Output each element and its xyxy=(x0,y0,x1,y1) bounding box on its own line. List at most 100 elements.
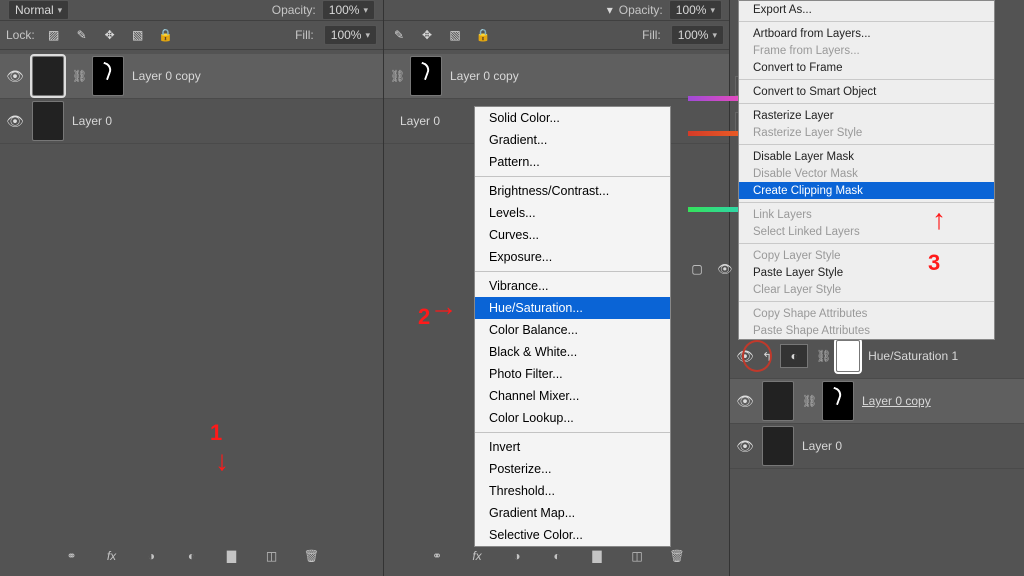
fill-value[interactable]: 100%▾ xyxy=(324,25,377,45)
adjustment-menu-item[interactable]: Color Lookup... xyxy=(475,407,670,429)
new-group-icon[interactable]: ▇ xyxy=(223,547,241,565)
opacity-value[interactable]: 100%▾ xyxy=(322,0,375,20)
lock-row: ✎ ✥ ▧ 🔒 Fill: 100%▾ xyxy=(384,21,730,50)
layer-row[interactable]: 👁 Layer 0 xyxy=(730,424,1024,469)
layer-name[interactable]: Layer 0 xyxy=(72,114,377,128)
fx-icon[interactable]: fx xyxy=(103,547,121,565)
layer-mask-thumbnail[interactable] xyxy=(410,56,442,96)
delete-layer-icon[interactable]: 🗑 xyxy=(668,547,686,565)
context-menu-item[interactable]: Artboard from Layers... xyxy=(739,25,994,42)
fill-value[interactable]: 100%▾ xyxy=(671,25,724,45)
lock-artboard-icon[interactable]: ▧ xyxy=(129,26,147,44)
adjustment-menu-item[interactable]: Levels... xyxy=(475,202,670,224)
layer-mask-thumbnail[interactable] xyxy=(836,340,860,372)
context-menu-item[interactable]: Disable Layer Mask xyxy=(739,148,994,165)
adjustment-menu-item[interactable]: Invert xyxy=(475,436,670,458)
context-menu-item[interactable]: Convert to Frame xyxy=(739,59,994,76)
layer-mask-thumbnail[interactable] xyxy=(822,381,854,421)
adjustment-menu-item[interactable]: Color Balance... xyxy=(475,319,670,341)
layer-name[interactable]: Layer 0 copy xyxy=(862,394,1019,408)
context-menu-item[interactable]: Export As... xyxy=(739,1,994,18)
visibility-toggle[interactable]: 👁 xyxy=(6,68,24,85)
layer-mask-thumbnail[interactable] xyxy=(92,56,124,96)
context-menu-item[interactable]: Paste Layer Style xyxy=(739,264,994,281)
layer-name[interactable]: Layer 0 copy xyxy=(450,69,724,83)
visibility-toggle[interactable]: 👁 xyxy=(736,438,754,455)
fx-icon[interactable]: fx xyxy=(468,547,486,565)
opacity-value[interactable]: 100%▾ xyxy=(669,0,722,20)
adjustment-menu-item[interactable]: Photo Filter... xyxy=(475,363,670,385)
link-layers-icon[interactable]: ⚭ xyxy=(428,547,446,565)
mask-link-icon[interactable]: ⛓ xyxy=(390,69,402,83)
layer-thumbnail[interactable] xyxy=(762,426,794,466)
adjustment-menu-item[interactable]: Pattern... xyxy=(475,151,670,173)
context-menu-item[interactable]: Create Clipping Mask xyxy=(739,182,994,199)
adjustment-menu-item[interactable]: Black & White... xyxy=(475,341,670,363)
lock-all-icon[interactable]: 🔒 xyxy=(157,26,175,44)
layer-row[interactable]: 👁 Layer 0 xyxy=(0,99,383,144)
lock-pixels-icon[interactable]: ✎ xyxy=(73,26,91,44)
mask-link-icon[interactable]: ⛓ xyxy=(816,349,828,363)
add-mask-icon[interactable]: ◑ xyxy=(508,547,526,565)
lock-transparency-icon[interactable]: ▨ xyxy=(45,26,63,44)
adjustment-menu-item[interactable]: Gradient Map... xyxy=(475,502,670,524)
layers-list: 👁 ⛓ Layer 0 copy 👁 Layer 0 xyxy=(0,50,383,148)
adjustment-menu-item[interactable]: Brightness/Contrast... xyxy=(475,180,670,202)
context-menu-item: Clear Layer Style xyxy=(739,281,994,298)
chevron-down-icon: ▾ xyxy=(58,5,63,16)
context-menu-item: Select Linked Layers xyxy=(739,223,994,240)
adjustment-menu-item[interactable]: Posterize... xyxy=(475,458,670,480)
lock-position-icon[interactable]: ✥ xyxy=(101,26,119,44)
layer-thumbnail[interactable] xyxy=(32,56,64,96)
chevron-down-icon: ▾ xyxy=(710,5,715,16)
context-menu-item[interactable]: Convert to Smart Object xyxy=(739,83,994,100)
mask-link-icon[interactable]: ⛓ xyxy=(802,394,814,408)
adjustment-icon[interactable]: ◐ xyxy=(780,344,808,368)
layer-row[interactable]: 👁 ↳ ◐ ⛓ Hue/Saturation 1 xyxy=(730,334,1024,379)
layer-name[interactable]: Hue/Saturation 1 xyxy=(868,349,1019,363)
blend-opacity-row: ▾ Opacity: 100%▾ xyxy=(384,0,730,21)
adjustment-menu-item[interactable]: Gradient... xyxy=(475,129,670,151)
blend-mode-select[interactable]: Normal▾ xyxy=(8,0,69,20)
layer-thumbnail[interactable] xyxy=(32,101,64,141)
adjustment-menu-item[interactable]: Curves... xyxy=(475,224,670,246)
delete-layer-icon[interactable]: 🗑 xyxy=(303,547,321,565)
adjustment-menu-item[interactable]: Hue/Saturation... xyxy=(475,297,670,319)
adjustment-menu-item[interactable]: Vibrance... xyxy=(475,275,670,297)
adjustment-layer-menu[interactable]: Solid Color...Gradient...Pattern... Brigh… xyxy=(474,106,671,547)
context-menu-item: Frame from Layers... xyxy=(739,42,994,59)
adjustment-menu-item[interactable]: Solid Color... xyxy=(475,107,670,129)
lock-all-icon[interactable]: 🔒 xyxy=(474,26,492,44)
adjustment-menu-item[interactable]: Channel Mixer... xyxy=(475,385,670,407)
context-menu-item[interactable]: Rasterize Layer xyxy=(739,107,994,124)
new-layer-icon[interactable]: ◫ xyxy=(628,547,646,565)
annotation-circle xyxy=(742,340,772,372)
layers-panel-col1: Normal▾ Opacity: 100%▾ Lock: ▨ ✎ ✥ ▧ 🔒 F… xyxy=(0,0,383,576)
hue-stripe xyxy=(688,96,738,101)
eye-icon[interactable]: 👁 xyxy=(716,260,734,278)
lock-artboard-icon[interactable]: ▧ xyxy=(446,26,464,44)
layer-context-menu[interactable]: Export As... Artboard from Layers...Frame… xyxy=(738,0,995,340)
new-group-icon[interactable]: ▇ xyxy=(588,547,606,565)
layer-name[interactable]: Layer 0 xyxy=(802,439,1019,453)
adjustment-layer-icon[interactable]: ◐ xyxy=(548,547,566,565)
visibility-toggle[interactable]: 👁 xyxy=(736,393,754,410)
link-layers-icon[interactable]: ⚭ xyxy=(63,547,81,565)
adjustment-menu-item[interactable]: Threshold... xyxy=(475,480,670,502)
layer-row[interactable]: ⛓ Layer 0 copy xyxy=(384,54,730,99)
adjustment-layer-icon[interactable]: ◐ xyxy=(183,547,201,565)
layer-name[interactable]: Layer 0 copy xyxy=(132,69,377,83)
visibility-toggle[interactable]: 👁 xyxy=(6,113,24,130)
mask-link-icon[interactable]: ⛓ xyxy=(72,69,84,83)
adjustment-menu-item[interactable]: Selective Color... xyxy=(475,524,670,546)
layer-row[interactable]: 👁 ⛓ Layer 0 copy xyxy=(730,379,1024,424)
adjustment-menu-item[interactable]: Exposure... xyxy=(475,246,670,268)
context-menu-item: Copy Shape Attributes xyxy=(739,305,994,322)
layer-thumbnail[interactable] xyxy=(762,381,794,421)
lock-pixels-icon[interactable]: ✎ xyxy=(390,26,408,44)
layer-row[interactable]: 👁 ⛓ Layer 0 copy xyxy=(0,54,383,99)
new-layer-icon[interactable]: ◫ xyxy=(263,547,281,565)
square-icon[interactable]: ▢ xyxy=(688,260,706,278)
lock-position-icon[interactable]: ✥ xyxy=(418,26,436,44)
add-mask-icon[interactable]: ◑ xyxy=(143,547,161,565)
